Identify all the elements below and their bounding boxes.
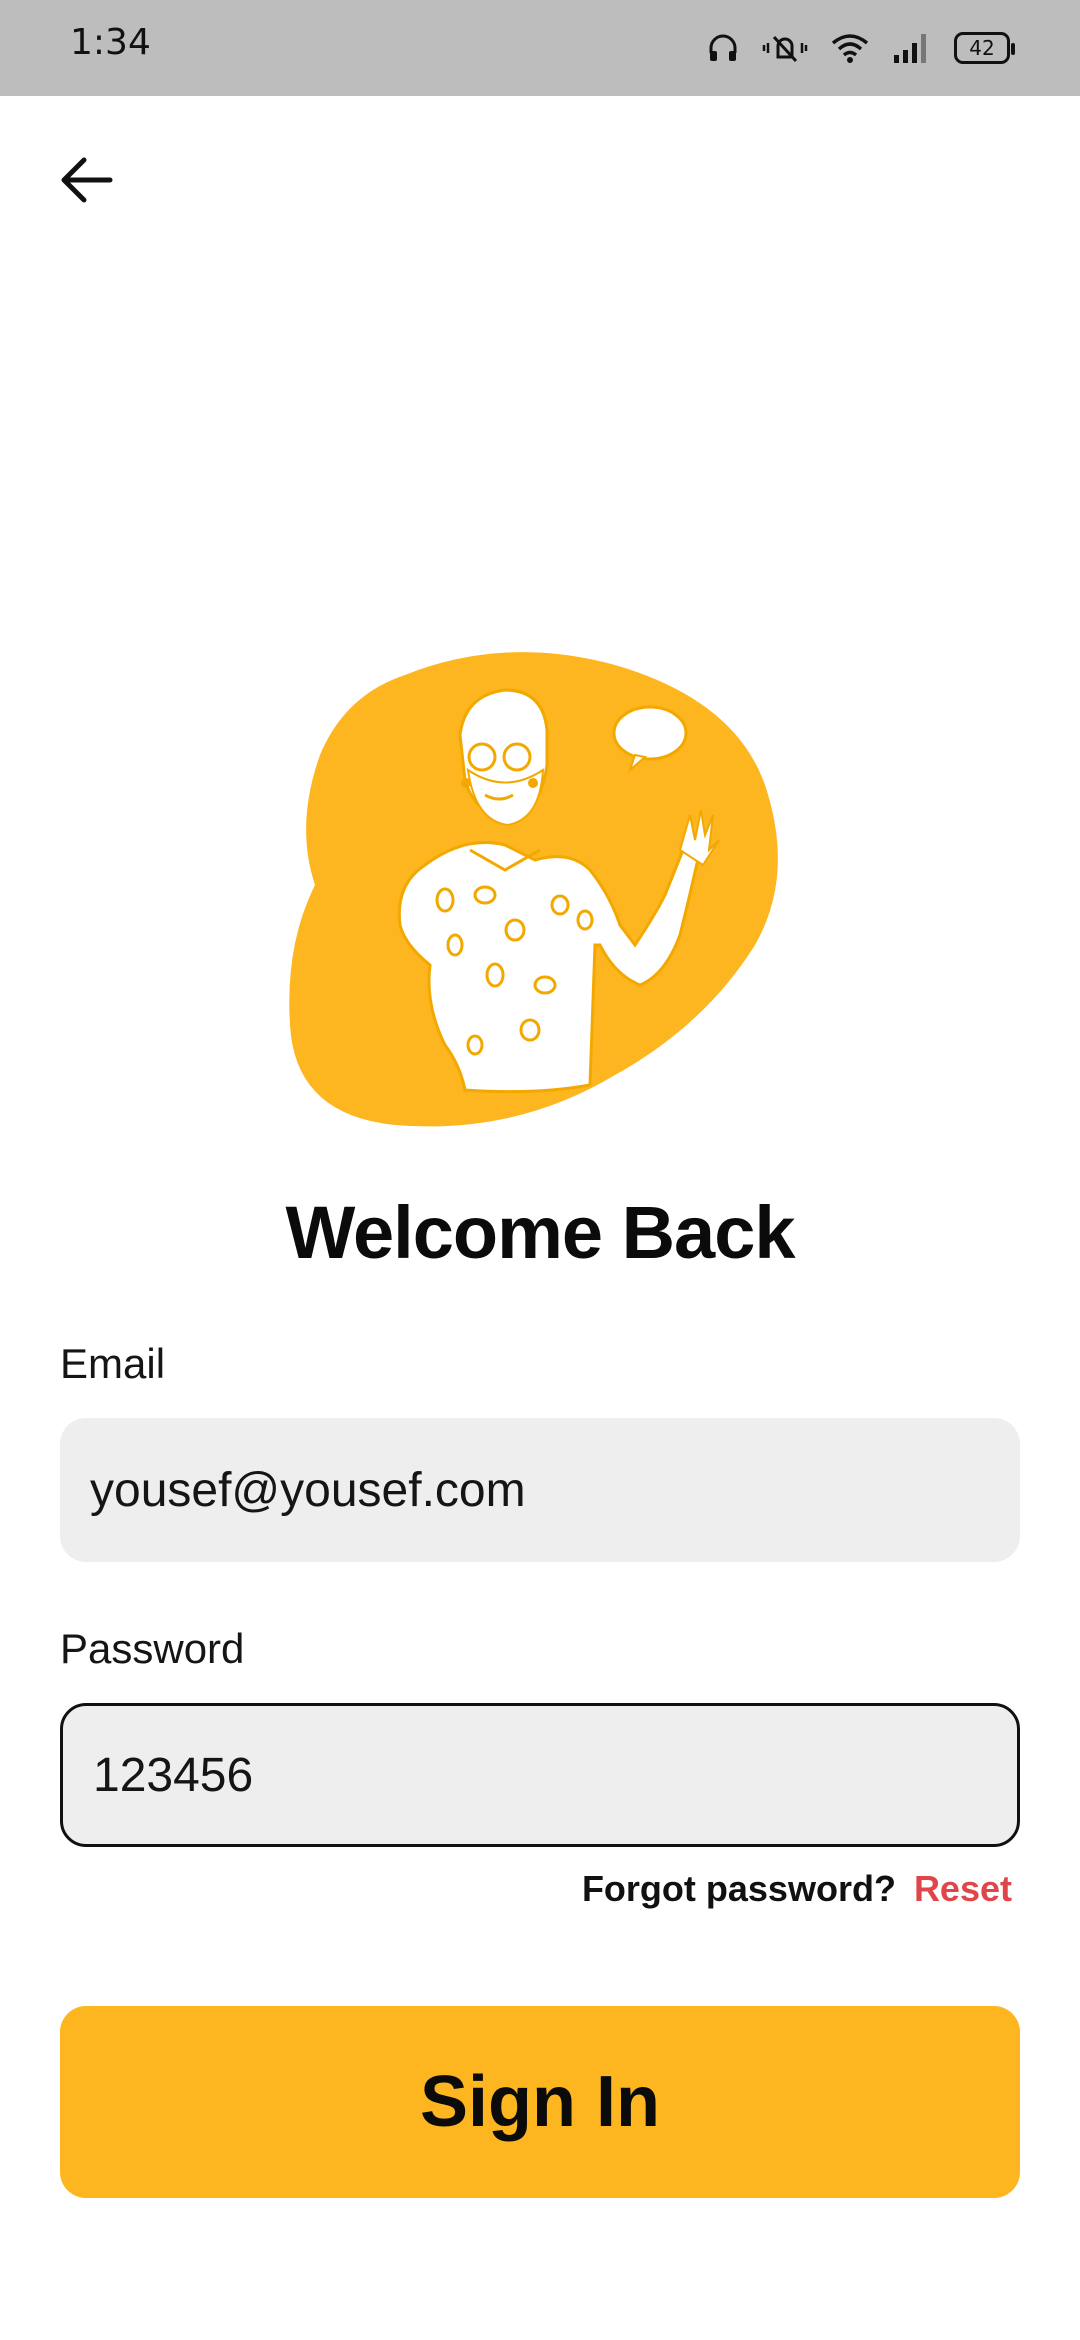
status-icons: 42 [706,26,1015,70]
password-label: Password [60,1625,245,1672]
status-bar: 1:34 42 [0,0,1080,96]
sign-in-button[interactable]: Sign In [60,2006,1020,2198]
headphones-icon [706,31,740,65]
back-button[interactable] [48,144,124,220]
forgot-password-text: Forgot password? [581,1868,896,1909]
password-field[interactable]: 123456 [60,1703,1020,1847]
page-title: Welcome Back [285,1191,796,1274]
email-label: Email [60,1340,166,1387]
arrow-left-icon [58,155,114,210]
forgot-password-row: Forgot password? Reset [582,1868,1012,1910]
password-value: 123456 [93,1748,254,1802]
signal-icon [892,31,932,65]
wifi-icon [830,31,870,65]
email-value: yousef@yousef.com [90,1463,526,1517]
waving-man-illustration [285,645,795,1145]
status-time: 1:34 [70,22,151,63]
reset-link[interactable]: Reset [914,1868,1012,1910]
vibrate-mute-icon [762,31,808,65]
battery-icon: 42 [954,32,1015,64]
email-field[interactable]: yousef@yousef.com [60,1418,1020,1562]
